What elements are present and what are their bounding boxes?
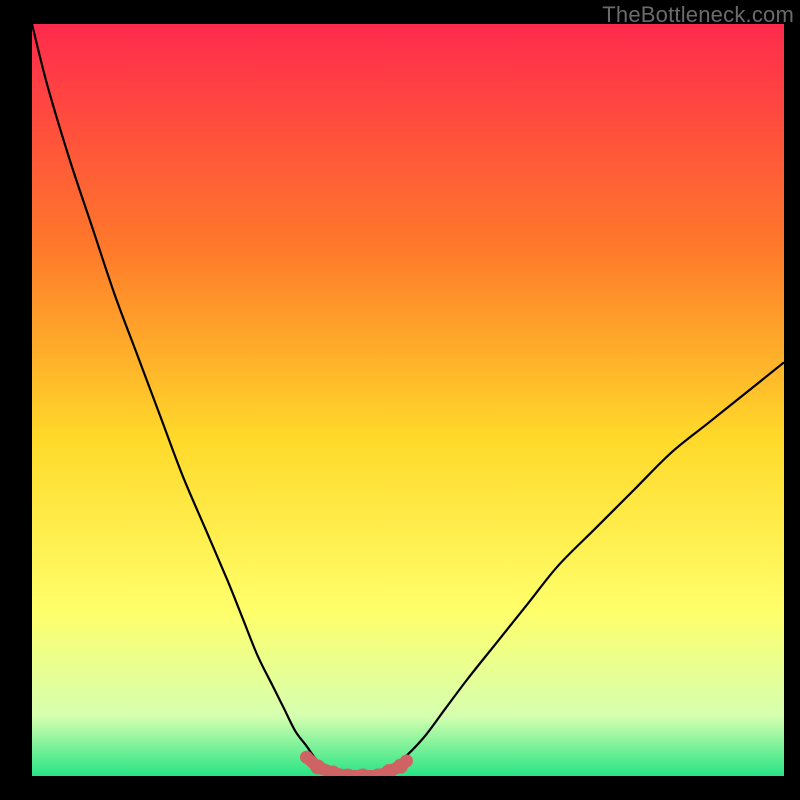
bottleneck-chart — [32, 24, 784, 776]
gradient-background — [32, 24, 784, 776]
flat-marker — [400, 754, 413, 767]
flat-marker — [310, 759, 325, 774]
chart-frame: TheBottleneck.com — [0, 0, 800, 800]
flat-marker — [300, 751, 313, 764]
plot-area — [32, 24, 784, 776]
